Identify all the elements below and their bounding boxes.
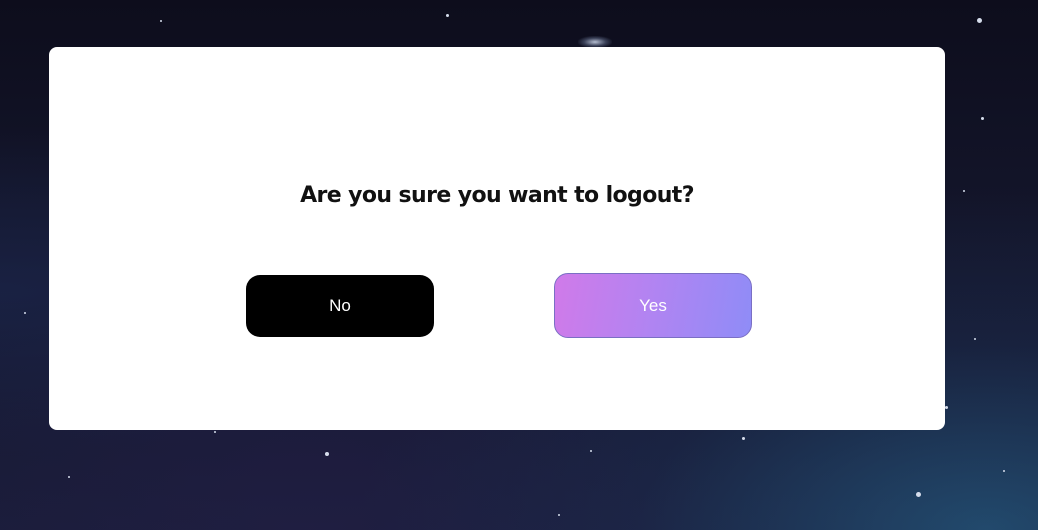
star (558, 514, 560, 516)
star (160, 20, 162, 22)
star (916, 492, 921, 497)
star (590, 450, 592, 452)
star (1003, 470, 1005, 472)
star (945, 406, 948, 409)
star (742, 437, 745, 440)
star (977, 18, 982, 23)
star (214, 431, 216, 433)
yes-button[interactable]: Yes (554, 273, 752, 338)
star (24, 312, 26, 314)
logout-confirm-dialog: Are you sure you want to logout? (49, 47, 945, 430)
star (963, 190, 965, 192)
dialog-message: Are you sure you want to logout? (300, 183, 694, 208)
star (68, 476, 70, 478)
star (446, 14, 449, 17)
star (974, 338, 976, 340)
no-button[interactable]: No (246, 275, 434, 337)
star (325, 452, 329, 456)
star (981, 117, 984, 120)
